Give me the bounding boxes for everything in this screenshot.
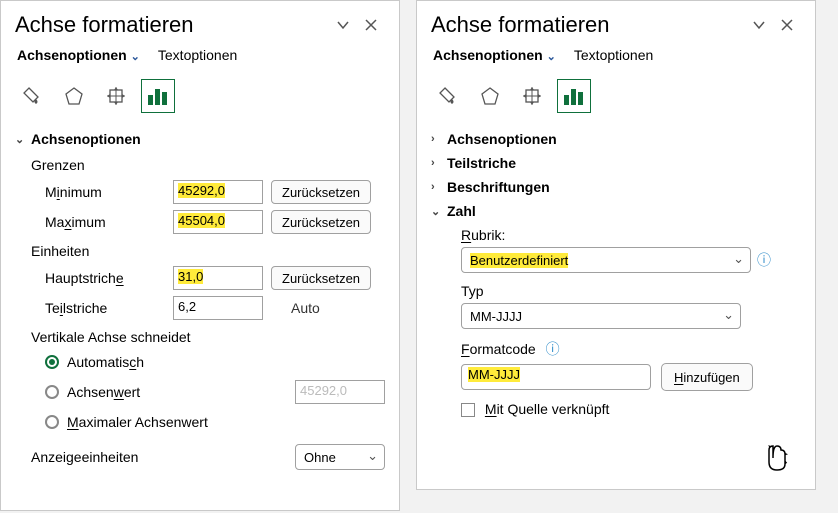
panel-content: ⌄ Achsenoptionen Grenzen Minimum 45292,0… xyxy=(1,127,399,510)
info-icon[interactable]: ⓘ xyxy=(546,341,560,357)
section-ticks[interactable]: › Teilstriche xyxy=(431,151,801,175)
minimum-input[interactable]: 45292,0 xyxy=(173,180,263,204)
panel-title: Achse formatieren xyxy=(431,12,745,38)
display-units-select[interactable]: Ohne xyxy=(295,444,385,470)
maximum-input[interactable]: 45504,0 xyxy=(173,210,263,234)
radio-max-value[interactable]: Maximaler Achsenwert xyxy=(15,409,385,435)
reset-minimum-button[interactable]: Zurücksetzen xyxy=(271,180,371,204)
size-icon[interactable] xyxy=(515,79,549,113)
tab-axis-options[interactable]: Achsenoptionen⌄ xyxy=(433,47,556,67)
chevron-down-icon: ⌄ xyxy=(131,51,140,63)
collapse-icon[interactable] xyxy=(745,11,773,39)
minor-row: Teilstriche 6,2 Auto xyxy=(15,293,385,323)
section-number[interactable]: ⌄ Zahl xyxy=(431,199,801,223)
close-icon[interactable] xyxy=(357,11,385,39)
option-icons xyxy=(417,67,815,127)
effects-icon[interactable] xyxy=(57,79,91,113)
category-select[interactable]: Benutzerdefiniert xyxy=(461,247,751,273)
section-axis-options[interactable]: › Achsenoptionen xyxy=(431,127,801,151)
radio-auto[interactable]: Automatisch xyxy=(15,349,385,375)
tab-text-options[interactable]: Textoptionen xyxy=(158,47,237,67)
option-icons xyxy=(1,67,399,127)
radio-icon xyxy=(45,415,59,429)
close-icon[interactable] xyxy=(773,11,801,39)
collapse-icon[interactable] xyxy=(329,11,357,39)
minimum-row: Minimum 45292,0 Zurücksetzen xyxy=(15,177,385,207)
chevron-down-icon: ⌄ xyxy=(547,51,556,63)
minor-label: Teilstriche xyxy=(45,300,165,316)
cross-label: Vertikale Achse schneidet xyxy=(15,323,385,349)
type-select[interactable]: MM-JJJJ xyxy=(461,303,741,329)
major-label: Hauptstriche xyxy=(45,270,165,286)
axis-options-icon[interactable] xyxy=(557,79,591,113)
fill-icon[interactable] xyxy=(15,79,49,113)
minimum-label: Minimum xyxy=(45,184,165,200)
checkbox-icon xyxy=(461,403,475,417)
panel-content: › Achsenoptionen › Teilstriche › Beschri… xyxy=(417,127,815,489)
size-icon[interactable] xyxy=(99,79,133,113)
section-axis-options[interactable]: ⌄ Achsenoptionen xyxy=(15,127,385,151)
formatcode-input[interactable]: MM-JJJJ xyxy=(461,364,651,390)
radio-max-label: Maximaler Achsenwert xyxy=(67,414,208,430)
panel-title: Achse formatieren xyxy=(15,12,329,38)
chevron-right-icon: › xyxy=(431,181,447,193)
radio-icon xyxy=(45,385,59,399)
chevron-right-icon: › xyxy=(431,133,447,145)
fill-icon[interactable] xyxy=(431,79,465,113)
maximum-label: Maximum xyxy=(45,214,165,230)
effects-icon[interactable] xyxy=(473,79,507,113)
major-input[interactable]: 31,0 xyxy=(173,266,263,290)
radio-value-label: Achsenwert xyxy=(67,384,217,400)
chevron-down-icon: ⌄ xyxy=(431,205,447,218)
tab-text-options[interactable]: Textoptionen xyxy=(574,47,653,67)
panel-header: Achse formatieren xyxy=(417,1,815,43)
display-units-row: Anzeigeeinheiten Ohne xyxy=(15,441,385,473)
panel-header: Achse formatieren xyxy=(1,1,399,43)
reset-maximum-button[interactable]: Zurücksetzen xyxy=(271,210,371,234)
section-labels[interactable]: › Beschriftungen xyxy=(431,175,801,199)
type-label: Typ xyxy=(431,273,801,299)
linked-checkbox[interactable]: Mit Quelle verknüpft xyxy=(431,391,801,417)
minor-auto-label: Auto xyxy=(271,300,340,316)
axis-value-input: 45292,0 xyxy=(295,380,385,404)
bounds-label: Grenzen xyxy=(15,151,385,177)
info-icon[interactable]: ⓘ xyxy=(757,250,771,270)
tabs: Achsenoptionen⌄ Textoptionen xyxy=(417,43,815,67)
category-label: Rubrik: xyxy=(431,223,801,243)
chevron-right-icon: › xyxy=(431,157,447,169)
tabs: Achsenoptionen⌄ Textoptionen xyxy=(1,43,399,67)
radio-axis-value[interactable]: Achsenwert 45292,0 xyxy=(15,375,385,409)
major-row: Hauptstriche 31,0 Zurücksetzen xyxy=(15,263,385,293)
radio-icon xyxy=(45,355,59,369)
maximum-row: Maximum 45504,0 Zurücksetzen xyxy=(15,207,385,237)
radio-auto-label: Automatisch xyxy=(67,354,144,370)
tab-axis-options[interactable]: Achsenoptionen⌄ xyxy=(17,47,140,67)
reset-major-button[interactable]: Zurücksetzen xyxy=(271,266,371,290)
format-axis-panel-left: Achse formatieren Achsenoptionen⌄ Textop… xyxy=(0,0,400,511)
formatcode-label: Formatcode ⓘ xyxy=(431,329,801,359)
display-units-label: Anzeigeeinheiten xyxy=(31,449,138,465)
axis-options-icon[interactable] xyxy=(141,79,175,113)
minor-input[interactable]: 6,2 xyxy=(173,296,263,320)
format-axis-panel-right: Achse formatieren Achsenoptionen⌄ Textop… xyxy=(416,0,816,490)
units-label: Einheiten xyxy=(15,237,385,263)
chevron-down-icon: ⌄ xyxy=(15,133,31,146)
add-button[interactable]: Hinzufügen xyxy=(661,363,753,391)
